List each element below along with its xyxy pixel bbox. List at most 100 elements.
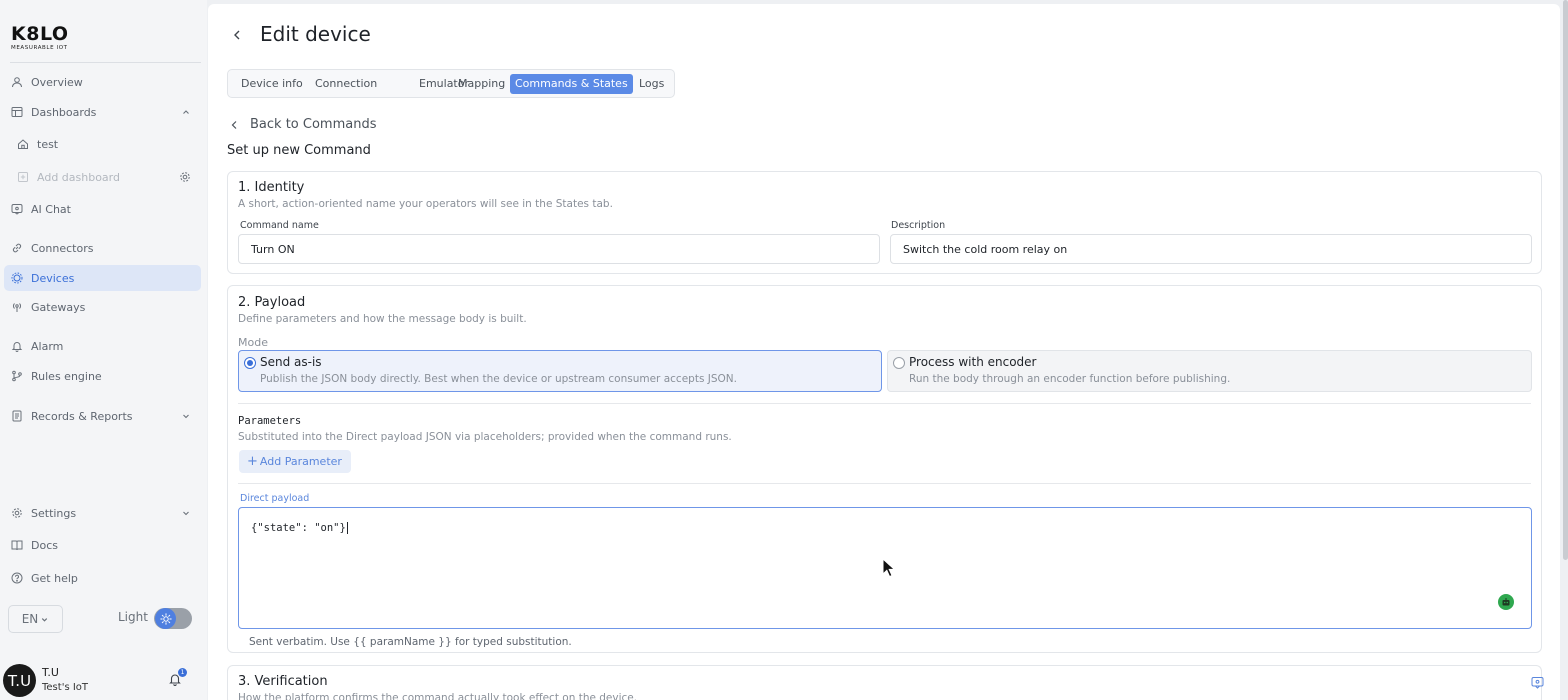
antenna-icon (11, 301, 23, 313)
avatar[interactable]: T.U (3, 664, 36, 697)
sidebar-item-ai-chat[interactable]: AI Chat (4, 196, 201, 222)
sidebar-item-settings[interactable]: Settings (4, 500, 201, 526)
brand-name: K8LO (11, 23, 69, 45)
chat-icon[interactable] (1531, 676, 1544, 689)
tab-connection[interactable]: Connection (310, 74, 382, 94)
sidebar-item-devices[interactable]: Devices (4, 265, 201, 291)
link-icon (11, 242, 23, 254)
sidebar-item-docs[interactable]: Docs (4, 532, 201, 558)
user-org: Test's IoT (42, 682, 89, 693)
radio-unselected[interactable] (893, 357, 905, 369)
sun-icon (155, 608, 176, 629)
sidebar-item-add-dashboard[interactable]: Add dashboard (4, 164, 201, 190)
gear-icon[interactable] (179, 171, 191, 183)
parameters-desc: Substituted into the Direct payload JSON… (238, 431, 732, 443)
brand-tagline: MEASURABLE IOT (11, 45, 68, 51)
sidebar-item-get-help[interactable]: Get help (4, 565, 201, 591)
parameters-title: Parameters (238, 415, 302, 427)
sidebar-item-label: Get help (31, 571, 78, 585)
identity-desc: A short, action-oriented name your opera… (238, 198, 613, 210)
sidebar: K8LO MEASURABLE IOT Overview Dashboards … (0, 0, 207, 700)
description-label: Description (891, 220, 946, 231)
payload-desc: Define parameters and how the message bo… (238, 313, 527, 325)
sidebar-item-alarm[interactable]: Alarm (4, 333, 201, 359)
language-select[interactable]: EN (8, 605, 63, 633)
description-input[interactable]: Switch the cold room relay on (890, 234, 1532, 264)
theme-label: Light (118, 610, 148, 624)
mode-label: Mode (238, 336, 268, 349)
sidebar-item-overview[interactable]: Overview (4, 69, 201, 95)
direct-payload-label: Direct payload (240, 493, 310, 504)
report-icon (11, 410, 23, 422)
sidebar-item-label: Add dashboard (37, 170, 120, 184)
sidebar-item-records-reports[interactable]: Records & Reports (4, 403, 201, 429)
theme-toggle[interactable] (154, 608, 192, 629)
sidebar-item-connectors[interactable]: Connectors (4, 235, 201, 261)
chevron-down-icon (183, 511, 189, 516)
payload-card: 2. Payload Define parameters and how the… (227, 285, 1542, 653)
add-parameter-label: Add Parameter (259, 455, 342, 468)
plus-square-icon (17, 171, 29, 183)
sidebar-item-test[interactable]: test (4, 131, 201, 157)
dashboard-icon (11, 106, 23, 118)
page-title: Edit device (260, 22, 371, 46)
sidebar-item-label: Gateways (31, 300, 86, 314)
tab-bar: Device info Connection Emulator Mapping … (227, 69, 675, 98)
sidebar-item-label: Records & Reports (31, 409, 133, 423)
user-name: T.U (42, 666, 59, 679)
radio-selected[interactable] (244, 357, 256, 369)
user-icon (11, 76, 23, 88)
sidebar-item-gateways[interactable]: Gateways (4, 294, 201, 320)
back-chevron-icon[interactable] (232, 28, 242, 42)
add-parameter-button[interactable]: + Add Parameter (239, 450, 351, 473)
sidebar-item-rules-engine[interactable]: Rules engine (4, 363, 201, 389)
bell-icon (11, 340, 23, 352)
identity-title: 1. Identity (238, 180, 305, 195)
mode-desc: Publish the JSON body directly. Best whe… (260, 373, 737, 385)
home-icon (17, 138, 29, 150)
sidebar-item-label: Dashboards (31, 105, 97, 119)
chevron-down-icon (42, 617, 48, 622)
robot-icon[interactable] (1498, 594, 1514, 610)
tab-commands-states[interactable]: Commands & States (510, 74, 633, 94)
branch-icon (11, 370, 23, 382)
sidebar-item-label: Docs (31, 538, 58, 552)
divider (238, 483, 1531, 484)
sidebar-item-label: Devices (31, 271, 75, 285)
sidebar-item-label: test (37, 137, 59, 151)
sidebar-item-dashboards[interactable]: Dashboards (4, 99, 201, 125)
chevron-up-icon (183, 110, 189, 114)
sidebar-item-label: Rules engine (31, 369, 102, 383)
help-icon (11, 572, 23, 584)
sidebar-item-label: Settings (31, 506, 77, 520)
mode-option-send-as-is[interactable]: Send as-is Publish the JSON body directl… (238, 350, 882, 392)
gear-icon (11, 507, 23, 519)
sidebar-item-label: Connectors (31, 241, 94, 255)
tab-mapping[interactable]: Mapping (453, 74, 510, 94)
book-icon (11, 539, 23, 551)
chat-icon (11, 203, 23, 215)
brand-logo[interactable]: K8LO MEASURABLE IOT (11, 24, 69, 51)
command-name-input[interactable]: Turn ON (238, 234, 880, 264)
sidebar-divider (10, 62, 201, 63)
tab-device-info[interactable]: Device info (236, 74, 308, 94)
tab-logs[interactable]: Logs (634, 74, 669, 94)
plus-icon: + (247, 454, 258, 469)
verification-desc: How the platform confirms the command ac… (238, 692, 638, 700)
divider (238, 403, 1531, 404)
back-chevron-icon[interactable] (230, 119, 239, 131)
back-to-commands-link[interactable]: Back to Commands (250, 117, 376, 132)
mode-option-process-with-encoder[interactable]: Process with encoder Run the body throug… (887, 350, 1532, 392)
mode-name: Send as-is (260, 355, 322, 369)
mode-name: Process with encoder (909, 355, 1037, 369)
sidebar-item-label: Overview (31, 75, 83, 89)
direct-payload-code: {"state": "on"} (251, 522, 348, 534)
mouse-cursor-icon (882, 558, 896, 578)
chip-icon (11, 272, 23, 284)
text-caret (346, 522, 348, 534)
mode-desc: Run the body through an encoder function… (909, 373, 1231, 385)
direct-payload-hint: Sent verbatim. Use {{ paramName }} for t… (249, 636, 572, 648)
command-name-label: Command name (240, 220, 319, 231)
scrollbar[interactable] (1563, 0, 1568, 560)
verification-card: 3. Verification How the platform confirm… (227, 665, 1542, 700)
